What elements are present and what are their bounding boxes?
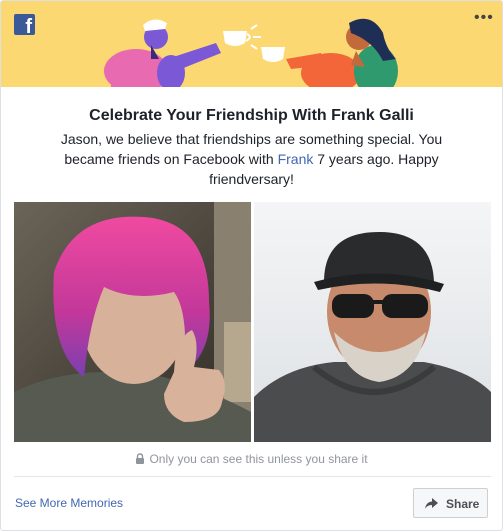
- man-cap-photo-icon: [254, 202, 491, 442]
- memory-title: Celebrate Your Friendship With Frank Gal…: [89, 107, 414, 124]
- photo-right[interactable]: [254, 202, 491, 442]
- photo-collage: [14, 202, 491, 442]
- photo-left[interactable]: [14, 202, 251, 442]
- footer-divider: [14, 476, 491, 477]
- privacy-notice: Only you can see this unless you share i…: [1, 452, 502, 466]
- facebook-logo-icon[interactable]: f: [14, 14, 35, 38]
- memory-message: Jason, we believe that friendships are s…: [42, 129, 462, 189]
- see-more-memories-link[interactable]: See More Memories: [15, 496, 123, 510]
- share-arrow-icon: [425, 498, 438, 509]
- privacy-text: Only you can see this unless you share i…: [149, 452, 368, 466]
- lock-icon: [136, 453, 145, 464]
- facebook-logo-glyph: f: [25, 16, 32, 38]
- banner: f •••: [1, 1, 502, 87]
- share-button[interactable]: Share: [413, 488, 488, 518]
- memory-body: Celebrate Your Friendship With Frank Gal…: [1, 87, 502, 189]
- friends-toasting-illustration: [104, 18, 398, 87]
- friend-name-link[interactable]: Frank: [278, 151, 314, 167]
- pink-hair-photo-icon: [14, 202, 251, 442]
- memory-card: f ••• Celebrate Your Friendship With Fra…: [0, 0, 503, 531]
- share-label: Share: [446, 497, 480, 511]
- more-options-icon[interactable]: •••: [474, 10, 493, 26]
